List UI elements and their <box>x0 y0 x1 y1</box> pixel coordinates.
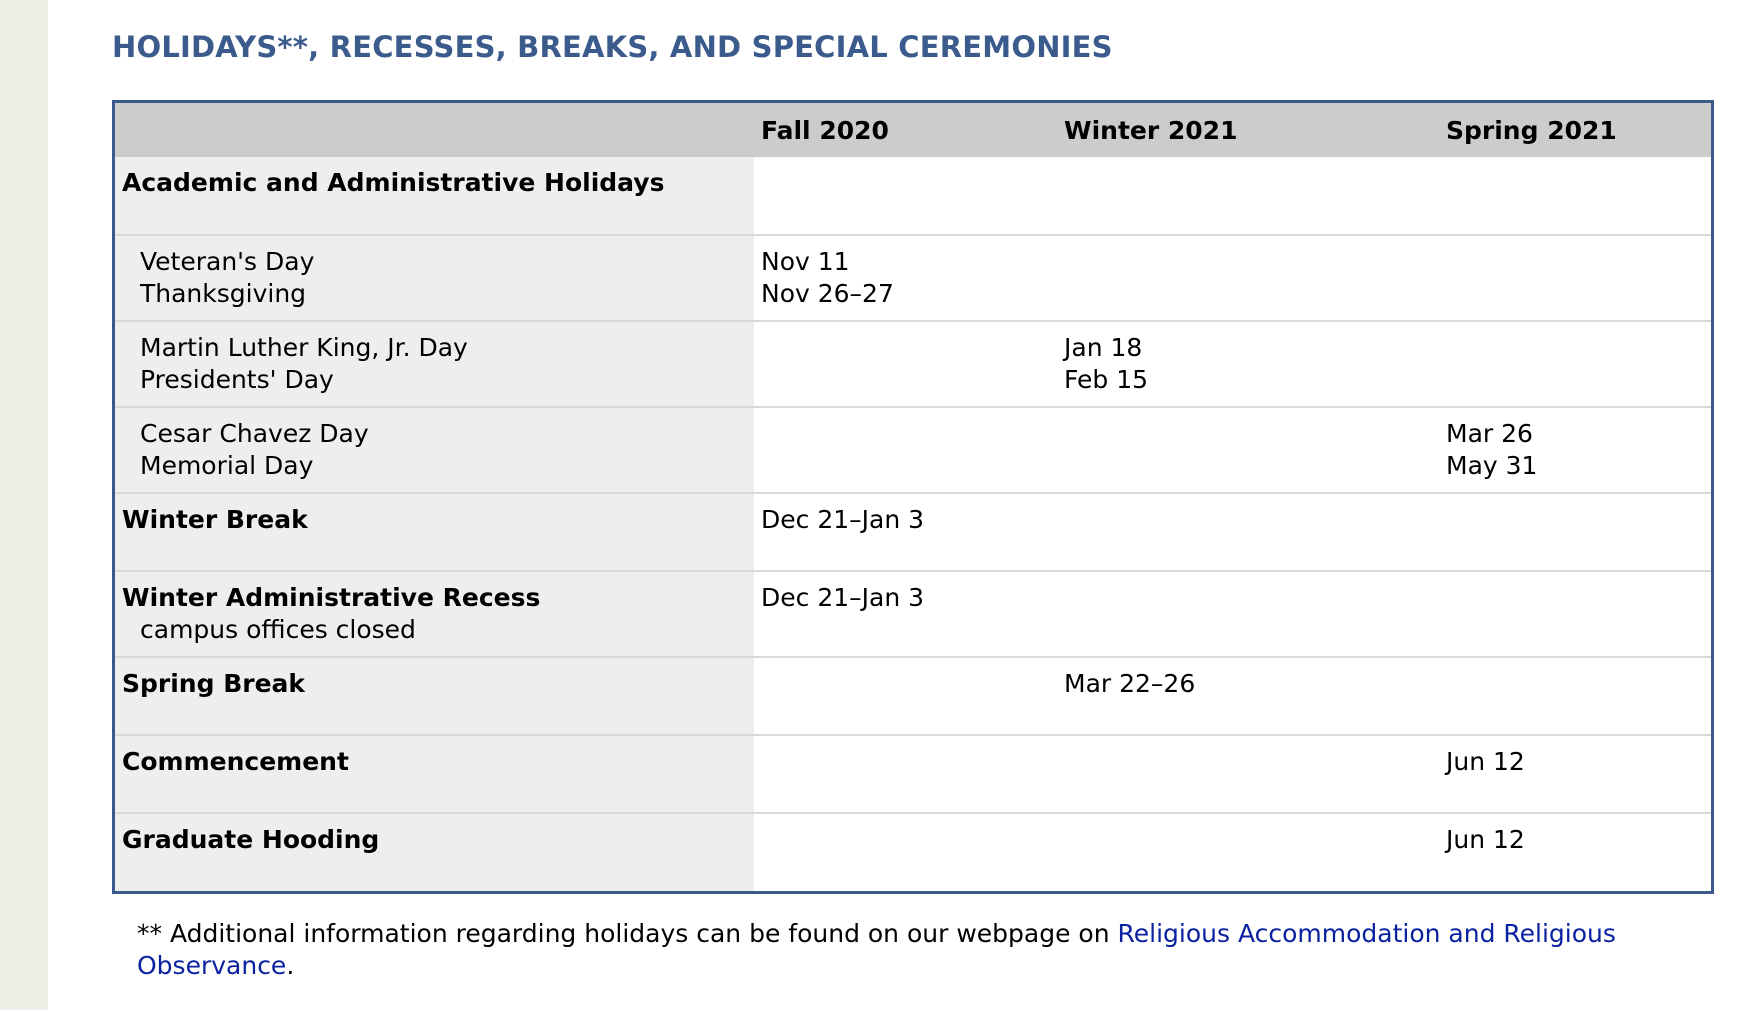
row-label-cell: Graduate Hooding <box>115 812 754 891</box>
date-value: Nov 26–27 <box>761 279 894 308</box>
cell-fall <box>754 656 1057 735</box>
cell-winter <box>1057 812 1439 891</box>
cell-spring <box>1439 492 1711 571</box>
row-label-cell: Cesar Chavez Day Memorial Day <box>115 406 754 493</box>
table-body: Academic and Administrative Holidays Vete… <box>115 157 1711 891</box>
cell-spring: Mar 26 May 31 <box>1439 406 1711 493</box>
cell-spring: Jun 12 <box>1439 734 1711 813</box>
date-value: Mar 22–26 <box>1064 669 1196 698</box>
row-label-item: Memorial Day <box>140 451 314 480</box>
cell-fall <box>754 406 1057 493</box>
row-label-cell: Academic and Administrative Holidays <box>115 157 754 235</box>
row-label-item: Presidents' Day <box>140 365 334 394</box>
table-row: Spring Break Mar 22–26 <box>115 656 1711 735</box>
row-label-bold: Academic and Administrative Holidays <box>122 168 665 197</box>
table-row: Winter Administrative Recess campus offic… <box>115 570 1711 657</box>
row-label-item: Thanksgiving <box>140 279 307 308</box>
cell-winter <box>1057 157 1439 235</box>
left-gutter <box>0 0 48 1010</box>
date-value: May 31 <box>1446 451 1538 480</box>
table-row: Winter Break Dec 21–Jan 3 <box>115 492 1711 571</box>
cell-spring: Jun 12 <box>1439 812 1711 891</box>
date-value: Dec 21–Jan 3 <box>761 583 925 612</box>
cell-fall: Dec 21–Jan 3 <box>754 570 1057 657</box>
cell-spring <box>1439 320 1711 407</box>
row-label-item: campus offices closed <box>140 615 416 644</box>
page-title: HOLIDAYS**, RECESSES, BREAKS, AND SPECIA… <box>112 30 1113 64</box>
row-label-bold: Winter Break <box>122 505 308 534</box>
row-label-bold: Graduate Hooding <box>122 825 380 854</box>
holidays-table-container: Fall 2020 Winter 2021 Spring 2021 Academ… <box>112 100 1714 894</box>
date-value: Jun 12 <box>1446 747 1525 776</box>
row-label-item: Cesar Chavez Day <box>140 419 369 448</box>
cell-fall <box>754 157 1057 235</box>
header-fall-2020: Fall 2020 <box>754 103 1057 157</box>
table-row: Martin Luther King, Jr. Day Presidents' D… <box>115 320 1711 407</box>
date-value: Feb 15 <box>1064 365 1149 394</box>
table-header-row: Fall 2020 Winter 2021 Spring 2021 <box>115 103 1711 157</box>
date-value: Nov 11 <box>761 247 850 276</box>
header-label-column <box>115 103 754 157</box>
cell-fall <box>754 734 1057 813</box>
footnote-text: ** Additional information regarding holi… <box>137 919 1118 948</box>
row-label-cell: Spring Break <box>115 656 754 735</box>
cell-fall <box>754 812 1057 891</box>
row-label-bold: Commencement <box>122 747 349 776</box>
row-label-bold: Spring Break <box>122 669 306 698</box>
cell-winter: Mar 22–26 <box>1057 656 1439 735</box>
cell-winter <box>1057 492 1439 571</box>
table-row: Graduate Hooding Jun 12 <box>115 812 1711 891</box>
cell-winter <box>1057 570 1439 657</box>
cell-winter: Jan 18 Feb 15 <box>1057 320 1439 407</box>
table-row: Academic and Administrative Holidays <box>115 157 1711 235</box>
table-row: Veteran's Day Thanksgiving Nov 11 Nov 26–27 <box>115 234 1711 321</box>
date-value: Jun 12 <box>1446 825 1525 854</box>
row-label-cell: Winter Break <box>115 492 754 571</box>
footnote: ** Additional information regarding holi… <box>137 918 1697 982</box>
holidays-table: Fall 2020 Winter 2021 Spring 2021 Academ… <box>115 103 1711 891</box>
cell-spring <box>1439 157 1711 235</box>
cell-winter <box>1057 734 1439 813</box>
cell-spring <box>1439 570 1711 657</box>
cell-winter <box>1057 406 1439 493</box>
header-winter-2021: Winter 2021 <box>1057 103 1439 157</box>
row-label-bold: Winter Administrative Recess <box>122 583 541 612</box>
cell-spring <box>1439 656 1711 735</box>
row-label-cell: Veteran's Day Thanksgiving <box>115 234 754 321</box>
row-label-cell: Commencement <box>115 734 754 813</box>
date-value: Jan 18 <box>1064 333 1143 362</box>
date-value: Mar 26 <box>1446 419 1533 448</box>
cell-fall <box>754 320 1057 407</box>
table-row: Commencement Jun 12 <box>115 734 1711 813</box>
row-label-item: Veteran's Day <box>140 247 315 276</box>
table-row: Cesar Chavez Day Memorial Day Mar 26 May 31 <box>115 406 1711 493</box>
footnote-period: . <box>286 951 295 980</box>
row-label-cell: Martin Luther King, Jr. Day Presidents' D… <box>115 320 754 407</box>
cell-winter <box>1057 234 1439 321</box>
header-spring-2021: Spring 2021 <box>1439 103 1711 157</box>
cell-spring <box>1439 234 1711 321</box>
date-value: Dec 21–Jan 3 <box>761 505 925 534</box>
row-label-item: Martin Luther King, Jr. Day <box>140 333 468 362</box>
cell-fall: Nov 11 Nov 26–27 <box>754 234 1057 321</box>
row-label-cell: Winter Administrative Recess campus offic… <box>115 570 754 657</box>
cell-fall: Dec 21–Jan 3 <box>754 492 1057 571</box>
